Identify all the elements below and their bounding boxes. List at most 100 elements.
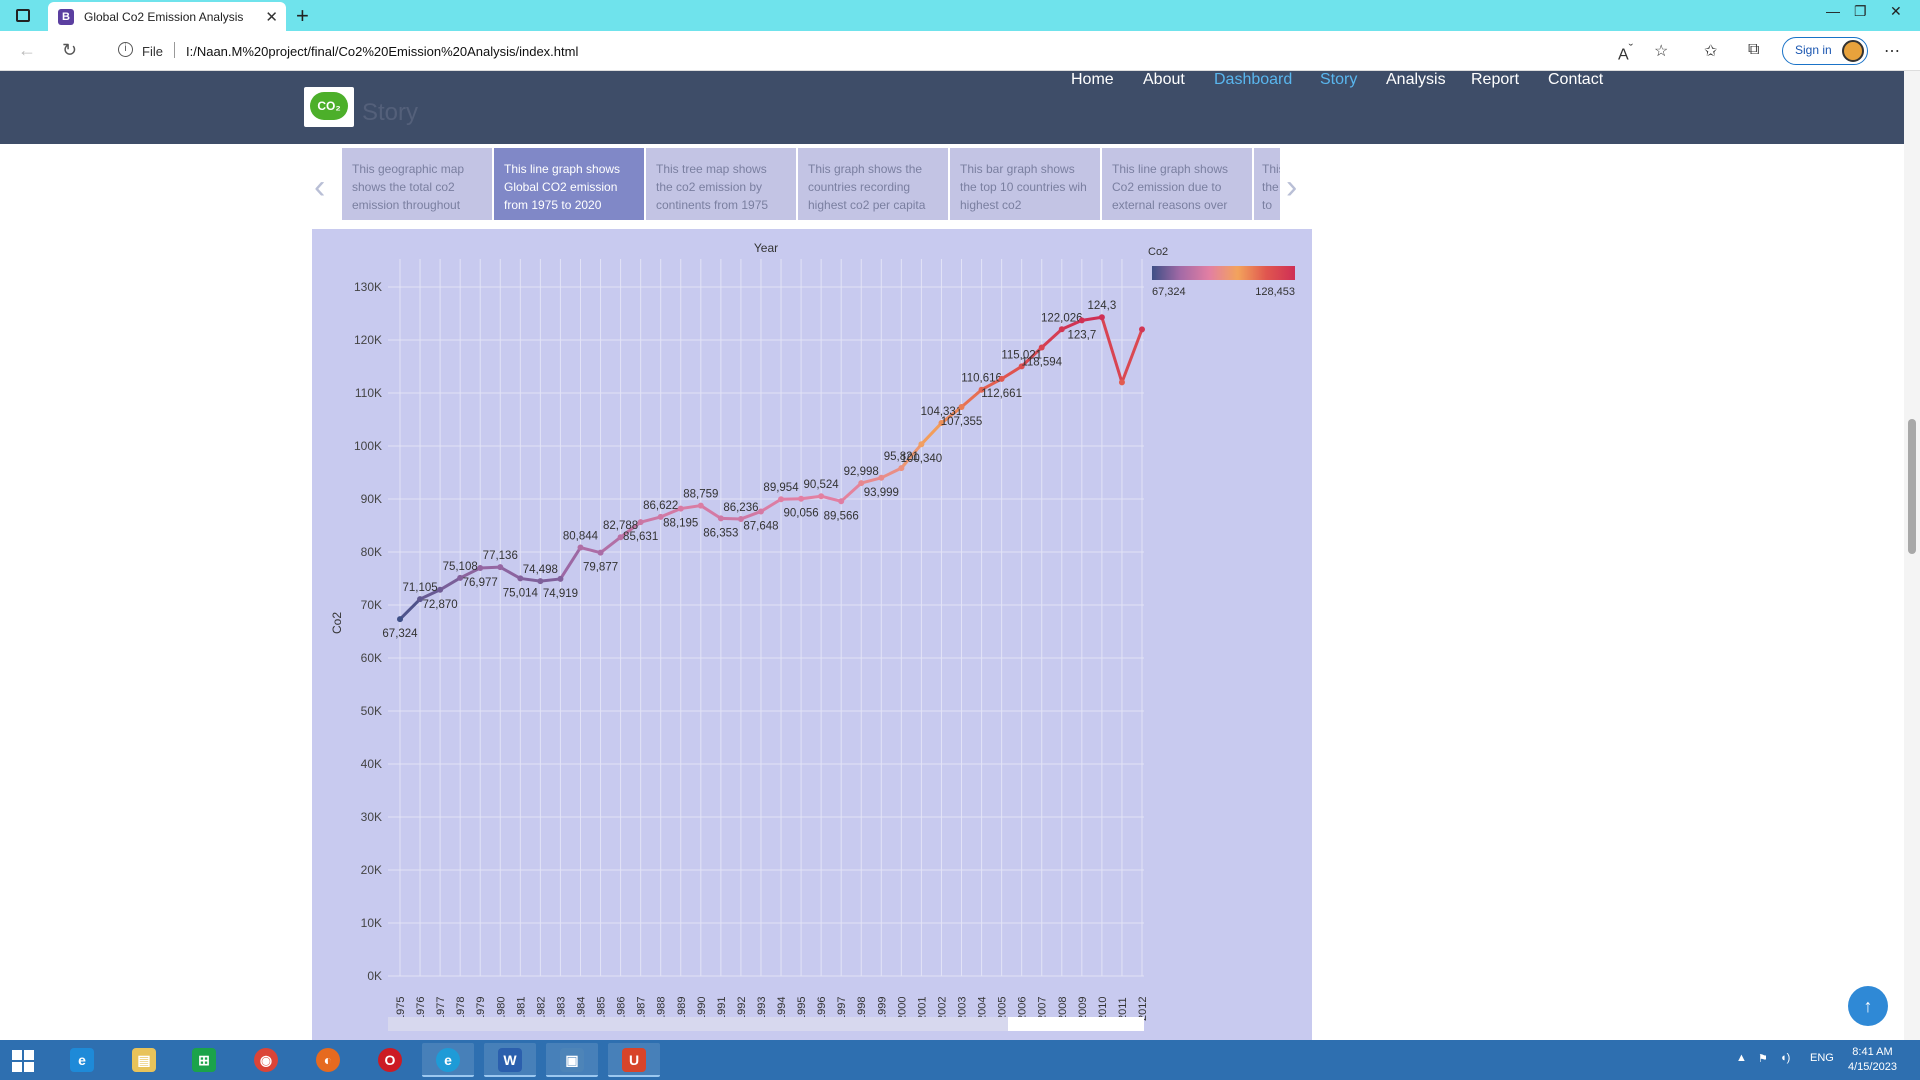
nav-contact[interactable]: Contact <box>1548 71 1603 89</box>
taskbar-clock[interactable]: 8:41 AM 4/15/2023 <box>1848 1045 1897 1075</box>
tab-close-icon[interactable]: ✕ <box>265 8 278 26</box>
chart-title: Year <box>754 241 778 255</box>
story-slide[interactable]: This graph shows the countries recording… <box>798 148 948 220</box>
info-icon[interactable]: i <box>118 42 133 57</box>
data-label: 75,014 <box>503 587 539 599</box>
opera-icon: O <box>378 1048 402 1072</box>
data-point <box>1058 326 1065 333</box>
y-tick-label: 90K <box>361 492 382 506</box>
data-point <box>798 495 805 502</box>
data-label: 112,661 <box>981 388 1022 400</box>
scroll-to-top-button[interactable]: ↑ <box>1848 986 1888 1026</box>
y-tick-label: 20K <box>361 863 382 877</box>
data-label: 122,026 <box>1041 312 1083 324</box>
legend-color-bar <box>1152 266 1295 280</box>
taskbar-chrome[interactable]: ◉ <box>240 1043 292 1077</box>
story-slide[interactable]: This tree map shows the co2 emission by … <box>646 148 796 220</box>
story-slide-partial[interactable]: This the to <box>1254 148 1280 220</box>
data-point <box>437 586 444 593</box>
taskbar-store[interactable]: ⊞ <box>178 1043 230 1077</box>
y-axis-label: Co2 <box>330 612 344 634</box>
legend-title: Co2 <box>1148 246 1168 258</box>
data-label: 88,195 <box>663 518 698 530</box>
story-slide[interactable]: This line graph shows Co2 emission due t… <box>1102 148 1252 220</box>
data-label: 71,105 <box>402 582 437 594</box>
favorites-icon[interactable]: ✩ <box>1704 41 1717 61</box>
data-point <box>918 441 925 448</box>
story-slide-active[interactable]: This line graph shows Global CO2 emissio… <box>494 148 644 220</box>
restore-icon[interactable]: ❐ <box>1854 3 1867 20</box>
data-point <box>878 474 885 481</box>
url-field[interactable]: i File I:/Naan.M%20project/final/Co2%20E… <box>102 36 1682 66</box>
site-header: CO₂ Story Home About Dashboard Story Ana… <box>0 71 1904 144</box>
data-label: 90,524 <box>804 479 840 491</box>
minimize-icon[interactable]: — <box>1826 3 1840 19</box>
data-point <box>397 616 403 623</box>
flag-icon[interactable]: ⚑ <box>1758 1052 1768 1065</box>
more-menu-icon[interactable]: ⋯ <box>1884 41 1900 61</box>
read-aloud-icon[interactable]: Aˇ <box>1618 41 1633 64</box>
data-label: 85,631 <box>623 531 658 543</box>
refresh-icon[interactable]: ↻ <box>62 40 77 61</box>
y-tick-label: 130K <box>354 280 382 294</box>
data-point <box>778 496 785 503</box>
data-label: 86,622 <box>643 500 678 512</box>
nav-home[interactable]: Home <box>1071 71 1114 89</box>
story-slide[interactable]: This bar graph shows the top 10 countrie… <box>950 148 1100 220</box>
site-logo[interactable]: CO₂ <box>304 87 354 127</box>
data-label: 88,759 <box>683 489 718 501</box>
nav-about[interactable]: About <box>1143 71 1185 89</box>
taskbar-file-explorer[interactable]: ▤ <box>118 1043 170 1077</box>
taskbar-ie[interactable]: e <box>56 1043 108 1077</box>
collections-icon[interactable]: ⧉ <box>1748 41 1759 59</box>
carousel-prev-icon[interactable]: ‹ <box>314 168 325 207</box>
new-tab-icon[interactable]: + <box>296 3 309 29</box>
data-point <box>1038 344 1045 351</box>
page-scrollbar[interactable] <box>1904 71 1920 1040</box>
taskbar-photos[interactable]: ▣ <box>546 1043 598 1077</box>
browser-tab[interactable]: B Global Co2 Emission Analysis ✕ <box>48 2 286 31</box>
data-point <box>537 578 544 585</box>
y-tick-label: 70K <box>361 598 382 612</box>
address-bar-row: ← ↻ i File I:/Naan.M%20project/final/Co2… <box>0 31 1920 71</box>
data-point <box>637 519 644 526</box>
story-carousel: ‹ This geographic map shows the total co… <box>312 148 1312 220</box>
taskbar-word[interactable]: W <box>484 1043 536 1077</box>
avatar <box>1842 40 1864 62</box>
series-line-segment <box>699 504 723 520</box>
data-point <box>858 480 865 487</box>
tray-chevron-icon[interactable]: ▲ <box>1736 1052 1747 1064</box>
data-label: 89,566 <box>824 510 859 522</box>
url-text[interactable]: I:/Naan.M%20project/final/Co2%20Emission… <box>186 44 578 59</box>
data-label: 77,136 <box>483 550 518 562</box>
nav-report[interactable]: Report <box>1471 71 1519 89</box>
window-close-icon[interactable]: ✕ <box>1890 3 1902 20</box>
tab-title: Global Co2 Emission Analysis <box>84 10 244 24</box>
story-slide[interactable]: This geographic map shows the total co2 … <box>342 148 492 220</box>
back-icon[interactable]: ← <box>18 40 36 61</box>
taskbar-opera[interactable]: O <box>364 1043 416 1077</box>
language-indicator[interactable]: ENG <box>1810 1052 1834 1064</box>
volume-icon[interactable]: ◖) <box>1780 1052 1790 1064</box>
story-slides: This geographic map shows the total co2 … <box>342 148 1280 220</box>
nav-dashboard[interactable]: Dashboard <box>1214 71 1292 89</box>
tab-actions-icon[interactable] <box>16 9 30 22</box>
taskbar-office[interactable]: U <box>608 1043 660 1077</box>
series-line-segment <box>719 516 743 521</box>
data-label: 100,340 <box>901 453 943 465</box>
windows-start-icon[interactable] <box>12 1050 34 1072</box>
taskbar-firefox[interactable]: ◐ <box>302 1043 354 1077</box>
sign-in-button[interactable]: Sign in <box>1782 37 1868 65</box>
windows-taskbar: e ▤ ⊞ ◉ ◐ O e W ▣ U ▲ ⚑ ◖) ENG 8:41 AM 4… <box>0 1040 1920 1080</box>
taskbar-edge[interactable]: e <box>422 1043 474 1077</box>
data-label: 79,877 <box>583 562 618 574</box>
add-favorite-icon[interactable]: ☆ <box>1654 41 1668 61</box>
nav-story[interactable]: Story <box>1320 71 1357 89</box>
data-label: 90,056 <box>783 508 818 520</box>
scrollbar-thumb[interactable] <box>1908 419 1916 554</box>
data-point <box>958 404 965 411</box>
nav-analysis[interactable]: Analysis <box>1386 71 1446 89</box>
carousel-next-icon[interactable]: › <box>1286 168 1297 207</box>
data-label: 75,108 <box>443 561 478 573</box>
y-tick-label: 10K <box>361 916 382 930</box>
